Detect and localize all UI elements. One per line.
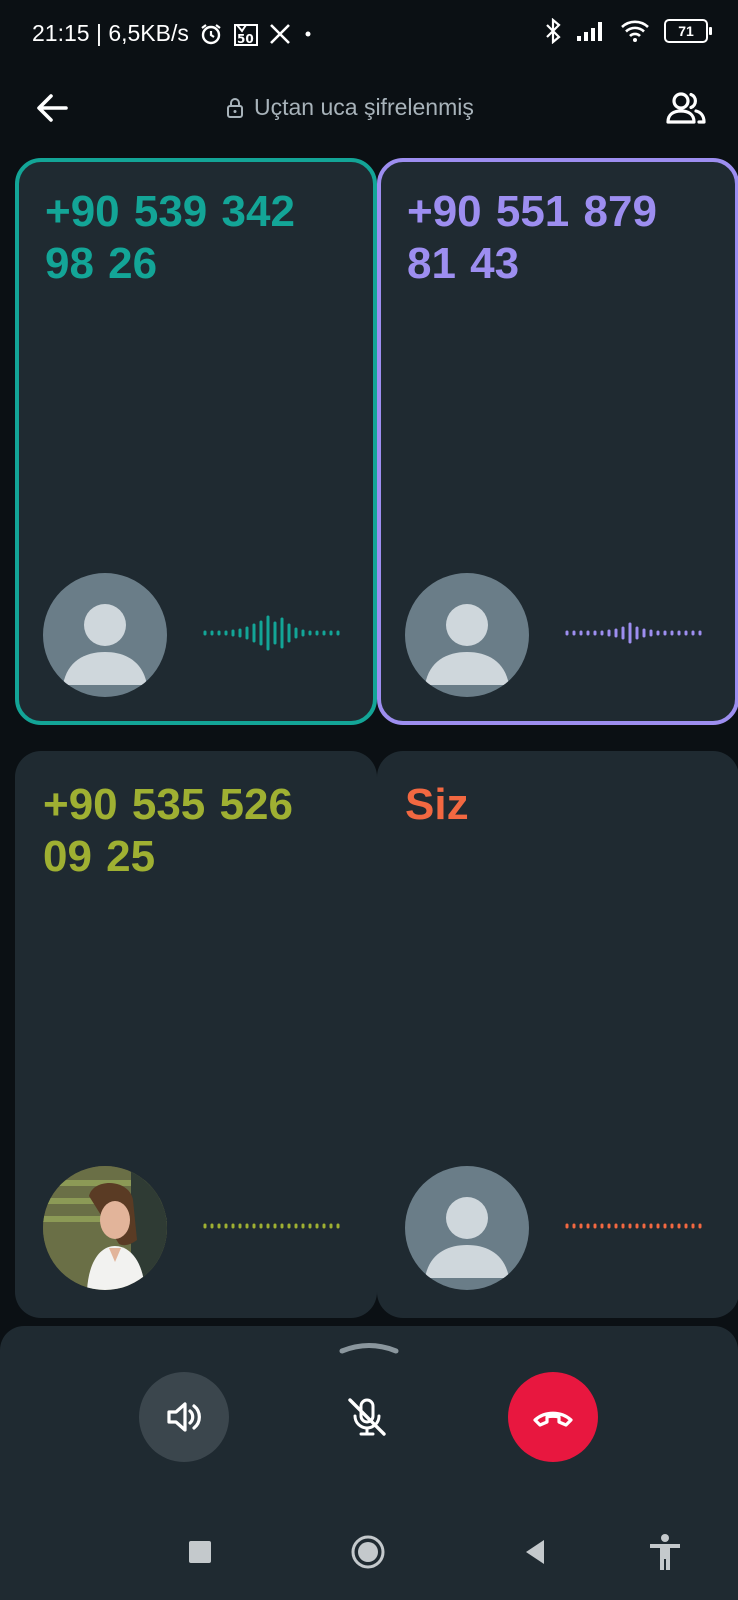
status-bar: 21:15 | 6,5KB/s 50 71 xyxy=(0,0,738,70)
status-time: 21:15 xyxy=(32,20,90,46)
accessibility-icon xyxy=(650,1534,680,1570)
bluetooth-icon xyxy=(546,18,561,44)
recents-button[interactable] xyxy=(180,1532,220,1572)
participant-name: +90 551 879 81 43 xyxy=(407,187,657,288)
home-button[interactable] xyxy=(348,1532,388,1572)
default-avatar xyxy=(405,1166,529,1290)
accessibility-button[interactable] xyxy=(645,1532,685,1572)
people-icon xyxy=(666,92,706,124)
lock-icon xyxy=(227,97,243,118)
encryption-label: Uçtan uca şifrelenmiş xyxy=(254,94,474,120)
system-nav-bar xyxy=(0,1506,738,1600)
alarm-icon xyxy=(201,23,221,44)
participant-tile[interactable]: +90 551 879 81 43 xyxy=(377,158,738,725)
battery-icon: 71 xyxy=(664,19,712,43)
participant-name: +90 535 526 09 25 xyxy=(43,780,293,881)
participant-tile[interactable]: +90 535 526 09 25 xyxy=(15,751,377,1318)
participants-button[interactable] xyxy=(664,86,708,130)
signal-icon xyxy=(577,22,602,41)
person-silhouette-icon xyxy=(63,604,147,685)
status-left: 21:15 | 6,5KB/s 50 xyxy=(32,20,315,47)
profile-photo xyxy=(43,1166,167,1290)
photo-avatar xyxy=(43,1166,167,1290)
call-controls xyxy=(0,1326,738,1506)
end-call-icon xyxy=(533,1411,573,1427)
person-silhouette-icon xyxy=(425,1197,509,1278)
participant-name: +90 539 342 98 26 xyxy=(45,187,295,288)
call-header: Uçtan uca şifrelenmiş xyxy=(0,80,738,140)
wifi-icon xyxy=(621,20,649,42)
audio-waveform-icon xyxy=(565,1223,702,1229)
x-icon xyxy=(269,23,290,44)
status-right: 71 xyxy=(544,18,712,44)
back-icon xyxy=(526,1540,544,1564)
nav-back-button[interactable] xyxy=(516,1532,556,1572)
chevron-up-icon xyxy=(339,1343,399,1354)
audio-waveform-icon xyxy=(203,615,340,651)
mic-off-icon xyxy=(348,1398,386,1436)
home-icon xyxy=(351,1535,385,1569)
arrow-left-icon xyxy=(37,94,68,122)
default-avatar xyxy=(43,573,167,697)
svg-text:50: 50 xyxy=(237,32,254,46)
participant-tile[interactable]: +90 539 342 98 26 xyxy=(15,158,377,725)
mute-button[interactable] xyxy=(322,1372,412,1462)
default-avatar xyxy=(405,573,529,697)
speaker-button[interactable] xyxy=(139,1372,229,1462)
speaker-icon xyxy=(167,1402,201,1432)
status-time-text: 21:15 | 6,5KB/s xyxy=(32,20,189,46)
dot-icon xyxy=(305,31,311,36)
back-button[interactable] xyxy=(32,88,72,128)
audio-waveform-icon xyxy=(565,622,702,644)
participant-name: Siz xyxy=(405,780,469,829)
person-silhouette-icon xyxy=(425,604,509,685)
network-speed: 6,5KB/s xyxy=(108,20,189,46)
audio-waveform-icon xyxy=(203,1223,340,1229)
recents-icon xyxy=(189,1541,211,1563)
battery-level: 71 xyxy=(678,23,694,39)
notification-50-icon: 50 xyxy=(233,23,258,46)
expand-handle[interactable] xyxy=(338,1336,400,1356)
encryption-notice[interactable]: Uçtan uca şifrelenmiş xyxy=(226,94,474,121)
end-call-button[interactable] xyxy=(508,1372,598,1462)
self-tile[interactable]: Siz xyxy=(377,751,738,1318)
